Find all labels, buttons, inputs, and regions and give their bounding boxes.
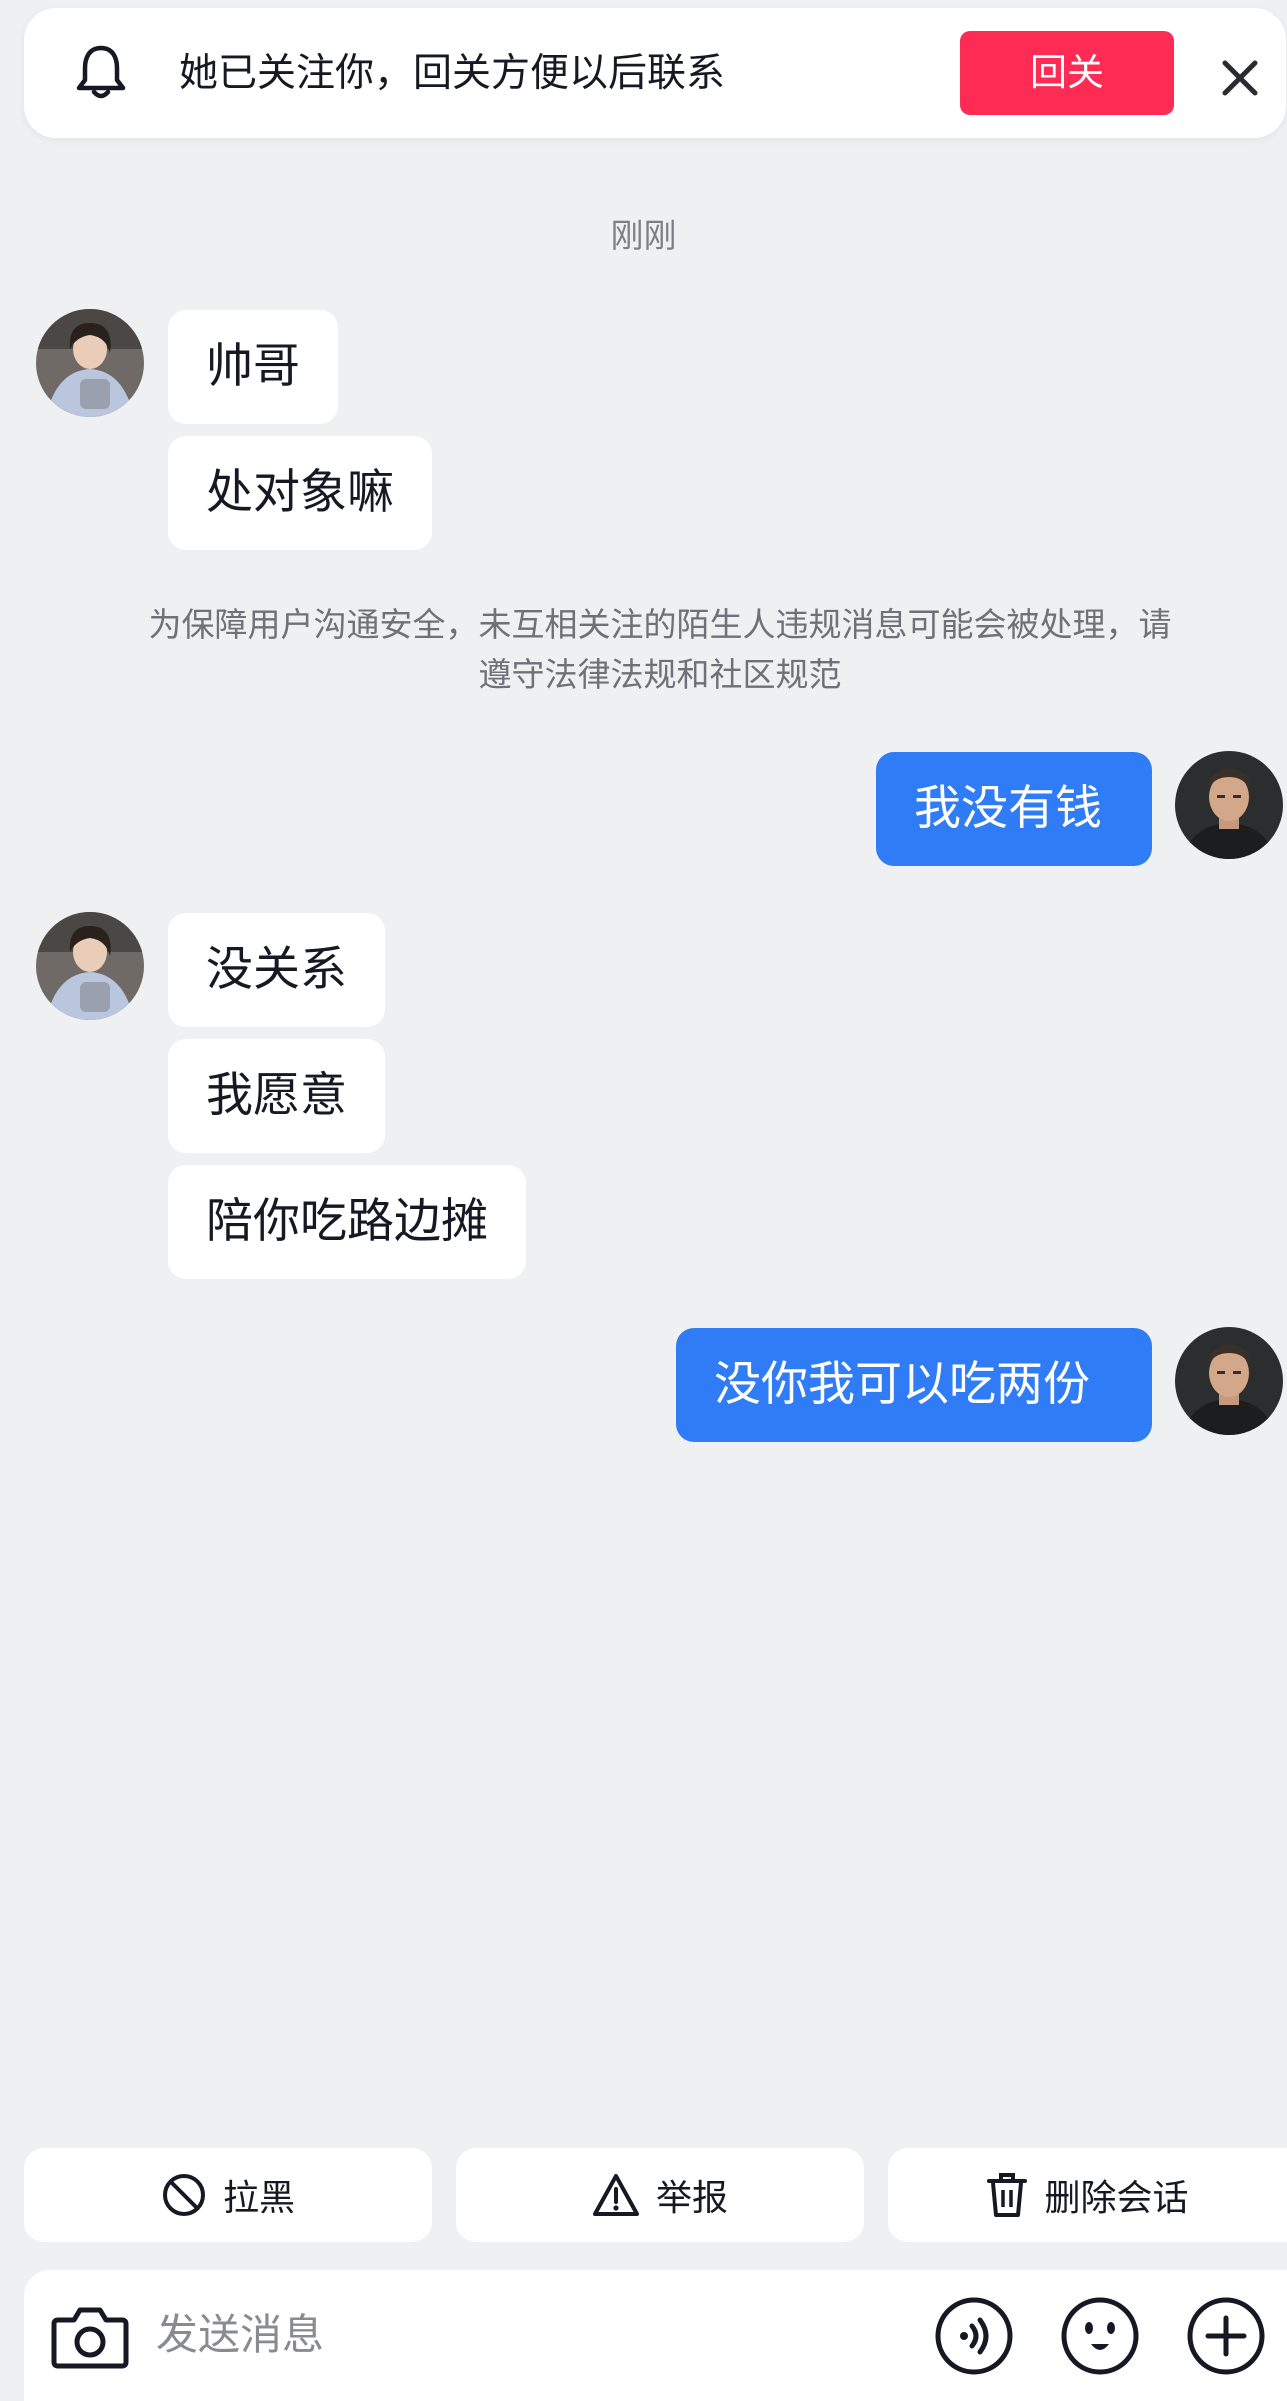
message-input-bar: 发送消息 xyxy=(24,2270,1287,2401)
contact-avatar[interactable] xyxy=(36,912,144,1020)
timestamp: 刚刚 xyxy=(610,216,677,255)
message-bubble-outgoing[interactable]: 没你我可以吃两份 xyxy=(676,1328,1152,1442)
block-button[interactable]: 拉黑 xyxy=(24,2148,432,2242)
bell-icon xyxy=(76,42,126,102)
report-button[interactable]: 举报 xyxy=(456,2148,864,2242)
contact-avatar[interactable] xyxy=(36,309,144,417)
camera-icon[interactable] xyxy=(50,2300,130,2376)
message-bubble-incoming[interactable]: 帅哥 xyxy=(168,310,338,424)
warning-icon xyxy=(592,2174,639,2216)
message-bubble-incoming[interactable]: 我愿意 xyxy=(168,1039,385,1153)
message-bubble-incoming[interactable]: 没关系 xyxy=(168,913,385,1027)
user-avatar[interactable] xyxy=(1175,1327,1283,1435)
plus-icon[interactable] xyxy=(1186,2296,1266,2376)
message-bubble-outgoing[interactable]: 我没有钱 xyxy=(876,752,1152,866)
trash-icon xyxy=(987,2173,1028,2217)
follow-back-banner: 她已关注你，回关方便以后联系 回关 xyxy=(24,8,1286,138)
user-avatar[interactable] xyxy=(1175,751,1283,859)
message-input[interactable]: 发送消息 xyxy=(156,2310,324,2360)
follow-back-button[interactable]: 回关 xyxy=(960,31,1174,115)
voice-icon[interactable] xyxy=(934,2296,1014,2376)
banner-text: 她已关注你，回关方便以后联系 xyxy=(179,51,726,96)
safety-notice: 为保障用户沟通安全，未互相关注的陌生人违规消息可能会被处理，请遵守法律法规和社区… xyxy=(148,605,1172,694)
report-label: 举报 xyxy=(655,2178,728,2219)
block-icon xyxy=(162,2174,205,2216)
block-label: 拉黑 xyxy=(222,2178,295,2219)
conversation-actions: 拉黑 举报 删除会话 xyxy=(0,2148,1287,2242)
delete-conversation-label: 删除会话 xyxy=(1044,2178,1189,2219)
message-bubble-incoming[interactable]: 处对象嘛 xyxy=(168,436,432,550)
delete-conversation-button[interactable]: 删除会话 xyxy=(888,2148,1287,2242)
message-bubble-incoming[interactable]: 陪你吃路边摊 xyxy=(168,1165,526,1279)
close-icon[interactable] xyxy=(1220,58,1260,98)
emoji-icon[interactable] xyxy=(1060,2296,1140,2376)
